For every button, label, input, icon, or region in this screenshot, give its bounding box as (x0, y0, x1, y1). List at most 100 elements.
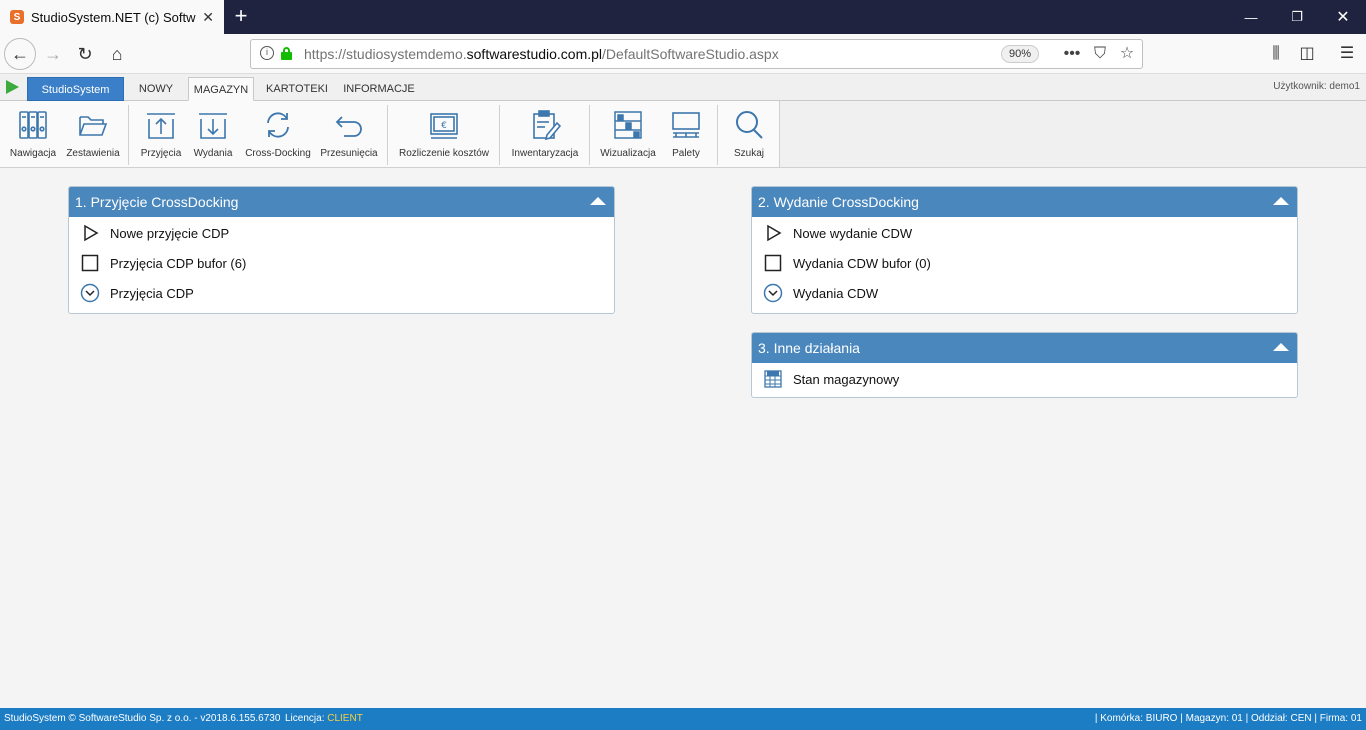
status-bar: StudioSystem © SoftwareStudio Sp. z o.o.… (0, 708, 1366, 730)
home-icon[interactable]: ⌂ (101, 38, 133, 70)
page-actions-icon[interactable]: ••• (1062, 45, 1082, 63)
browser-tab-strip: S StudioSystem.NET (c) SoftwareStudio ✕ … (0, 0, 1366, 34)
ribbon-separator (128, 105, 129, 165)
restore-icon[interactable]: ❐ (1274, 0, 1320, 34)
undo-arrow-icon (335, 116, 362, 137)
version-info: StudioSystem © SoftwareStudio Sp. z o.o.… (4, 713, 281, 724)
warehouse-racks-icon (614, 111, 642, 139)
panel-header[interactable]: 3. Inne działania (752, 333, 1297, 363)
panel-title: 1. Przyjęcie CrossDocking (75, 194, 239, 210)
reload-icon[interactable]: ↻ (69, 38, 101, 70)
browser-tab[interactable]: S StudioSystem.NET (c) SoftwareStudio ✕ (0, 0, 224, 34)
forward-icon[interactable]: → (37, 38, 69, 70)
tab-kartoteki[interactable]: KARTOTEKI (262, 77, 332, 101)
palety-label: Palety (672, 148, 700, 159)
list-item: Przyjęcia CDP bufor (6) (110, 255, 247, 271)
play-outline-icon (763, 223, 783, 243)
panel-header[interactable]: 2. Wydanie CrossDocking (752, 187, 1297, 217)
stan-magazynowy-link[interactable]: Stan magazynowy (752, 364, 1297, 394)
close-window-icon[interactable]: ✕ (1320, 0, 1366, 34)
close-tab-icon[interactable]: ✕ (202, 9, 214, 26)
bookmark-star-icon[interactable]: ☆ (1117, 45, 1137, 63)
square-outline-icon (80, 253, 100, 273)
ribbon-separator (499, 105, 500, 165)
tab-studiosystem[interactable]: StudioSystem (27, 77, 124, 101)
back-icon[interactable]: ← (4, 38, 36, 70)
magnifier-icon (736, 111, 763, 139)
url-text[interactable]: https://studiosystemdemo.softwarestudio.… (304, 46, 779, 62)
user-label: Użytkownik: demo1 (1273, 81, 1360, 92)
przyjecia-button[interactable]: Przyjęcia (138, 109, 184, 161)
szukaj-button[interactable]: Szukaj (727, 109, 771, 161)
list-item: Stan magazynowy (793, 371, 900, 387)
xls-spreadsheet-icon (763, 369, 783, 389)
wizualizacja-button[interactable]: Wizualizacja (598, 109, 658, 161)
sidebar-icon[interactable]: ◫ (1295, 42, 1319, 66)
collapse-icon[interactable] (1273, 197, 1289, 205)
tab-informacje[interactable]: INFORMACJE (340, 77, 418, 101)
pocket-icon[interactable]: ⛉ (1090, 45, 1110, 63)
svg-text:€: € (441, 121, 447, 131)
arrow-up-box-icon (147, 113, 175, 139)
inwentaryzacja-label: Inwentaryzacja (511, 148, 579, 159)
list-item: Nowe przyjęcie CDP (110, 225, 230, 241)
wydania-cdw-bufor-link[interactable]: Wydania CDW bufor (0) (752, 248, 1297, 278)
przyjecia-cdp-bufor-link[interactable]: Przyjęcia CDP bufor (6) (69, 248, 614, 278)
library-icon[interactable]: ⫼ (1264, 42, 1288, 66)
chevron-down-circle-icon (763, 283, 783, 303)
rozliczenie-kosztow-label: Rozliczenie kosztów (398, 148, 490, 159)
panel-header[interactable]: 1. Przyjęcie CrossDocking (69, 187, 614, 217)
address-bar[interactable]: i https://studiosystemdemo.softwarestudi… (250, 39, 1143, 69)
panel-title: 3. Inne działania (758, 340, 860, 356)
przyjecia-cdp-link[interactable]: Przyjęcia CDP (69, 278, 614, 308)
panel-wydanie-crossdocking: 2. Wydanie CrossDocking Nowe wydanie CDW… (751, 186, 1298, 314)
pallet-icon (672, 112, 700, 138)
folder-open-icon (79, 116, 108, 136)
inwentaryzacja-button[interactable]: Inwentaryzacja (508, 109, 582, 161)
ribbon-separator (387, 105, 388, 165)
panel-inne-dzialania: 3. Inne działania Stan magazynowy (751, 332, 1298, 398)
zestawienia-button[interactable]: Zestawienia (64, 109, 122, 161)
collapse-icon[interactable] (590, 197, 606, 205)
app-ribbon-tabs: StudioSystem NOWY MAGAZYN KARTOTEKI INFO… (0, 74, 1366, 101)
nawigacja-label: Nawigacja (9, 148, 57, 159)
collapse-icon[interactable] (1273, 343, 1289, 351)
panel-przyjecie-crossdocking: 1. Przyjęcie CrossDocking Nowe przyjęcie… (68, 186, 615, 314)
minimize-icon[interactable]: — (1228, 0, 1274, 34)
chevron-down-circle-icon (80, 283, 100, 303)
binders-icon (19, 111, 47, 139)
przesuniecia-label: Przesunięcia (320, 148, 378, 159)
wydania-label: Wydania (193, 148, 233, 159)
zestawienia-label: Zestawienia (66, 148, 120, 159)
list-item: Wydania CDW (793, 285, 879, 301)
ribbon-separator (589, 105, 590, 165)
browser-navigation-bar: ← → ↻ ⌂ i https://studiosystemdemo.softw… (0, 34, 1366, 74)
browser-tab-title: StudioSystem.NET (c) SoftwareStudio (31, 9, 196, 25)
play-icon[interactable] (6, 80, 19, 94)
play-outline-icon (80, 223, 100, 243)
site-info-icon[interactable]: i (260, 46, 274, 60)
nowe-przyjecie-cdp-link[interactable]: Nowe przyjęcie CDP (69, 218, 614, 248)
square-outline-icon (763, 253, 783, 273)
arrow-down-box-icon (199, 113, 227, 139)
wydania-button[interactable]: Wydania (190, 109, 236, 161)
list-item: Nowe wydanie CDW (793, 225, 913, 241)
cross-docking-button[interactable]: Cross-Docking (242, 109, 314, 161)
menu-icon[interactable]: ☰ (1335, 42, 1359, 66)
tab-magazyn[interactable]: MAGAZYN (188, 77, 254, 101)
wydania-cdw-link[interactable]: Wydania CDW (752, 278, 1297, 308)
palety-button[interactable]: Palety (664, 109, 708, 161)
refresh-cycle-icon (267, 112, 289, 138)
zoom-level-badge[interactable]: 90% (1001, 45, 1039, 63)
szukaj-label: Szukaj (733, 148, 764, 159)
nawigacja-button[interactable]: Nawigacja (8, 109, 58, 161)
new-tab-icon[interactable]: + (230, 4, 252, 28)
przyjecia-label: Przyjęcia (140, 148, 182, 159)
rozliczenie-kosztow-button[interactable]: € Rozliczenie kosztów (396, 109, 492, 161)
list-item: Przyjęcia CDP (110, 285, 194, 301)
przesuniecia-button[interactable]: Przesunięcia (318, 109, 380, 161)
tab-nowy[interactable]: NOWY (132, 77, 180, 101)
session-info: | Komórka: BIURO | Magazyn: 01 | Oddział… (1094, 713, 1362, 724)
nowe-wydanie-cdw-link[interactable]: Nowe wydanie CDW (752, 218, 1297, 248)
clipboard-pen-icon (533, 110, 561, 141)
